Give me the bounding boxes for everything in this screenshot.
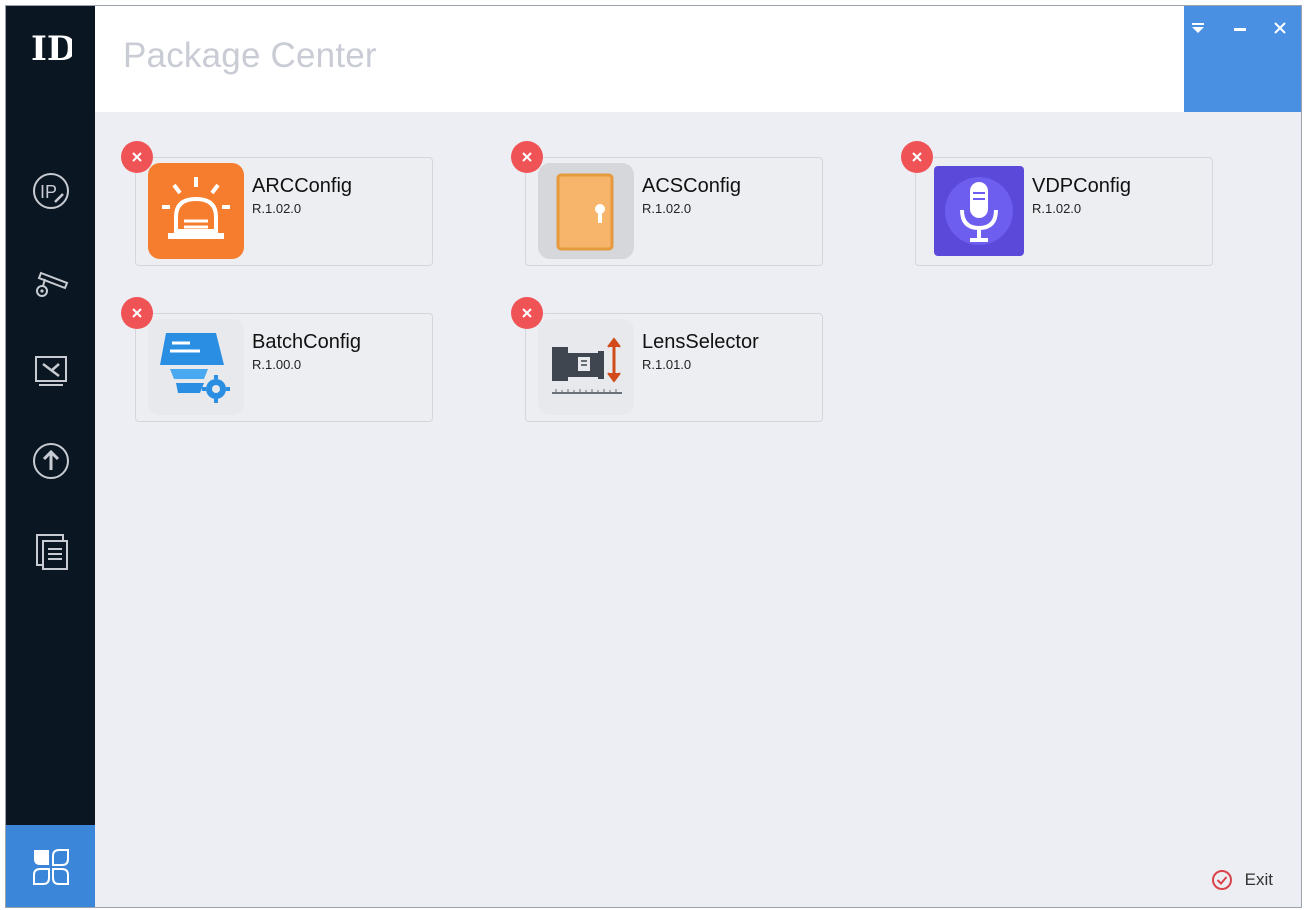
package-version: R.1.01.0 bbox=[642, 357, 692, 372]
package-name: LensSelector bbox=[642, 331, 759, 353]
batch-config-icon bbox=[148, 319, 244, 415]
page-title: Package Center bbox=[123, 36, 377, 75]
package-version: R.1.00.0 bbox=[252, 357, 302, 372]
sidebar-item-device-config[interactable] bbox=[6, 246, 95, 316]
sidebar-item-documents[interactable] bbox=[6, 516, 95, 586]
svg-text:IP: IP bbox=[40, 182, 57, 202]
minimize-icon bbox=[1234, 28, 1246, 31]
sidebar-item-system-maintenance[interactable] bbox=[6, 336, 95, 406]
package-name: BatchConfig bbox=[252, 331, 361, 353]
remove-package-button[interactable] bbox=[121, 141, 153, 173]
menu-button[interactable] bbox=[1184, 16, 1212, 40]
close-button[interactable] bbox=[1266, 16, 1294, 40]
package-list: ARCConfig R.1.02.0 ACSConfig R.1.02.0 VD… bbox=[95, 112, 1301, 907]
package-version: R.1.02.0 bbox=[252, 201, 302, 216]
close-icon bbox=[912, 152, 922, 162]
svg-text:ID: ID bbox=[31, 29, 72, 69]
window-controls bbox=[1184, 6, 1301, 112]
sidebar-item-package-center[interactable] bbox=[6, 825, 95, 907]
package-version: R.1.02.0 bbox=[642, 201, 692, 216]
dropdown-triangle-icon bbox=[1192, 23, 1204, 33]
remove-package-button[interactable] bbox=[511, 297, 543, 329]
upgrade-icon bbox=[32, 443, 69, 479]
remove-package-button[interactable] bbox=[901, 141, 933, 173]
close-icon bbox=[522, 308, 532, 318]
app-logo-icon: ID bbox=[28, 26, 76, 70]
package-card-vdpconfig[interactable]: VDPConfig R.1.02.0 bbox=[901, 141, 1213, 266]
package-name: ARCConfig bbox=[252, 175, 353, 197]
maintenance-tools-icon bbox=[34, 356, 67, 386]
close-icon bbox=[132, 308, 142, 318]
close-icon bbox=[132, 152, 142, 162]
sidebar-item-upgrade[interactable] bbox=[6, 426, 95, 496]
camera-settings-icon bbox=[35, 271, 68, 297]
alarm-light-icon bbox=[148, 163, 244, 259]
close-icon bbox=[522, 152, 532, 162]
ip-modify-icon: IP bbox=[32, 173, 69, 209]
package-card-lensselector[interactable]: LensSelector R.1.01.0 bbox=[511, 297, 823, 422]
lens-selector-icon bbox=[538, 319, 634, 415]
header: Package Center bbox=[95, 6, 1301, 112]
package-name: VDPConfig bbox=[1032, 175, 1131, 197]
exit-icon bbox=[1211, 870, 1232, 890]
exit-label: Exit bbox=[1244, 870, 1273, 889]
apps-grid-icon bbox=[32, 849, 69, 885]
microphone-icon bbox=[934, 166, 1024, 256]
package-version: R.1.02.0 bbox=[1032, 201, 1082, 216]
remove-package-button[interactable] bbox=[121, 297, 153, 329]
sidebar-item-ip-config[interactable]: IP bbox=[6, 156, 95, 226]
package-name: ACSConfig bbox=[642, 175, 741, 197]
sidebar: ID IP bbox=[6, 6, 95, 907]
door-lock-icon bbox=[538, 163, 634, 259]
close-icon bbox=[1274, 22, 1286, 34]
package-card-acsconfig[interactable]: ACSConfig R.1.02.0 bbox=[511, 141, 823, 266]
minimize-button[interactable] bbox=[1226, 16, 1254, 40]
app-window: ID IP Package Center ARCConfig R.1.02.0 … bbox=[5, 5, 1302, 908]
documents-icon bbox=[35, 534, 68, 570]
package-card-batchconfig[interactable]: BatchConfig R.1.00.0 bbox=[121, 297, 433, 422]
package-card-arcconfig[interactable]: ARCConfig R.1.02.0 bbox=[121, 141, 433, 266]
remove-package-button[interactable] bbox=[511, 141, 543, 173]
exit-button[interactable]: Exit bbox=[1211, 869, 1273, 891]
